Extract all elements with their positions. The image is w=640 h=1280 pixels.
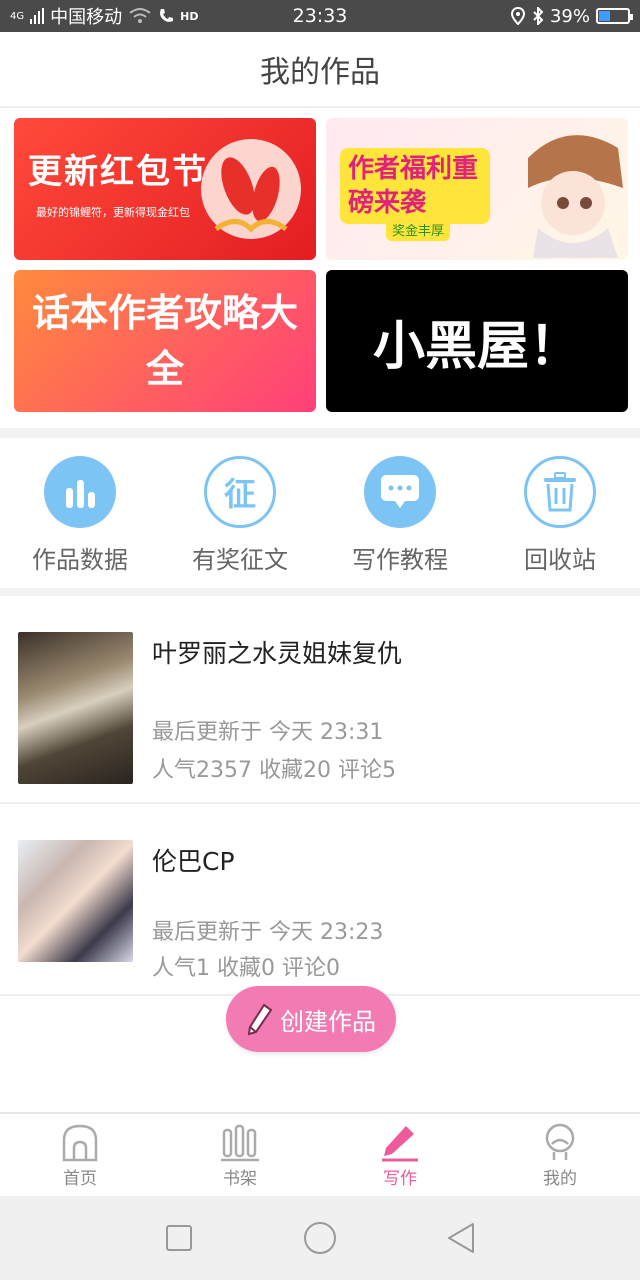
back-icon[interactable] xyxy=(447,1222,475,1254)
contest-icon: 征 xyxy=(204,456,276,528)
battery-icon xyxy=(596,8,633,24)
system-nav-bar xyxy=(0,1196,640,1280)
create-button-label: 创建作品 xyxy=(280,1007,376,1036)
chat-bubble-icon xyxy=(364,456,436,528)
page-title: 我的作品 xyxy=(260,55,380,90)
create-work-button[interactable]: 创建作品 xyxy=(226,986,396,1052)
work-cover-image xyxy=(18,632,133,784)
tool-label: 写作教程 xyxy=(352,546,448,574)
list-item[interactable]: 叶罗丽之水灵姐妹复仇 最后更新于 今天 23:31 人气2357 收藏20 评论… xyxy=(0,596,640,804)
tab-write[interactable]: 写作 xyxy=(320,1114,480,1196)
anime-girl-illustration xyxy=(528,135,623,258)
work-stats: 人气1 收藏0 评论0 xyxy=(152,956,340,981)
banner-blackroom[interactable]: 小黑屋！ xyxy=(326,270,628,412)
work-title: 叶罗丽之水灵姐妹复仇 xyxy=(152,639,403,668)
banner-title: 更新红包节 xyxy=(28,152,208,192)
section-divider xyxy=(0,588,640,596)
tool-writing-tutorial[interactable]: 写作教程 xyxy=(320,438,480,588)
contest-glyph: 征 xyxy=(223,475,256,513)
pencil-icon xyxy=(247,1003,273,1036)
bottom-tab-bar: 首页 书架 写作 我的 xyxy=(0,1112,640,1196)
tool-label: 作品数据 xyxy=(32,546,128,574)
home-icon xyxy=(62,1124,98,1162)
tab-bookshelf[interactable]: 书架 xyxy=(160,1114,320,1196)
recent-apps-icon[interactable] xyxy=(165,1224,193,1252)
banner-author-guide[interactable]: 话本作者攻略大全 xyxy=(14,270,316,412)
work-title: 伦巴CP xyxy=(152,847,235,876)
tab-label: 书架 xyxy=(223,1169,257,1189)
banner-grid: 更新红包节 最好的锦鲤符，更新得现金红包 作者福利重磅来袭 奖金丰厚 话本作者攻… xyxy=(14,118,628,412)
tool-contest[interactable]: 征 有奖征文 xyxy=(160,438,320,588)
bookshelf-icon xyxy=(221,1124,259,1162)
banner-subtitle: 奖金丰厚 xyxy=(386,218,451,241)
banner-author-welfare[interactable]: 作者福利重磅来袭 奖金丰厚 xyxy=(326,118,628,260)
section-divider xyxy=(0,428,640,438)
tab-label: 我的 xyxy=(543,1169,577,1189)
home-button-icon[interactable] xyxy=(303,1221,337,1255)
tab-label: 首页 xyxy=(63,1169,97,1189)
bar-chart-icon xyxy=(44,456,116,528)
tab-home[interactable]: 首页 xyxy=(0,1114,160,1196)
tab-mine[interactable]: 我的 xyxy=(480,1114,640,1196)
works-list: 叶罗丽之水灵姐妹复仇 最后更新于 今天 23:31 人气2357 收藏20 评论… xyxy=(0,596,640,996)
banner-subtitle: 最好的锦鲤符，更新得现金红包 xyxy=(36,206,190,219)
work-updated: 最后更新于 今天 23:23 xyxy=(152,920,384,945)
koi-fish-icon xyxy=(201,139,301,239)
tab-label: 写作 xyxy=(383,1169,417,1189)
tool-recycle-bin[interactable]: 回收站 xyxy=(480,438,640,588)
work-updated: 最后更新于 今天 23:31 xyxy=(152,720,384,745)
status-time: 23:33 xyxy=(292,5,348,27)
page-header: 我的作品 xyxy=(0,32,640,108)
tools-row: 作品数据 征 有奖征文 写作教程 回收站 xyxy=(0,438,640,588)
list-item[interactable]: 伦巴CP 最后更新于 今天 23:23 人气1 收藏0 评论0 xyxy=(0,804,640,996)
tool-label: 回收站 xyxy=(524,546,596,574)
tool-label: 有奖征文 xyxy=(192,546,288,574)
banner-title: 话本作者攻略大全 xyxy=(31,291,298,391)
profile-icon xyxy=(545,1123,575,1160)
banner-red-packet[interactable]: 更新红包节 最好的锦鲤符，更新得现金红包 xyxy=(14,118,316,260)
pencil-icon xyxy=(382,1126,418,1162)
work-stats: 人气2357 收藏20 评论5 xyxy=(152,758,396,783)
status-bar: 4G 中国移动 HD 23:33 39% xyxy=(0,0,640,32)
banner-title: 小黑屋！ xyxy=(372,316,581,377)
banner-title: 作者福利重磅来袭 xyxy=(340,148,490,224)
work-cover-image xyxy=(18,840,133,962)
trash-icon xyxy=(524,456,596,528)
tool-work-data[interactable]: 作品数据 xyxy=(0,438,160,588)
